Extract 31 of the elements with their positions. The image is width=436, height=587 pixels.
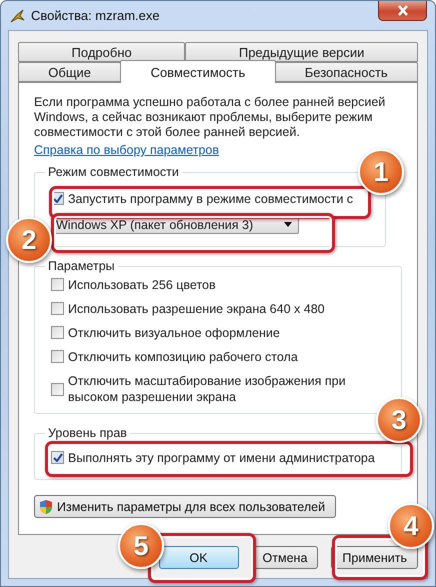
checkbox-label: Выполнять эту программу от имени администратора (68, 450, 375, 466)
checkbox[interactable] (51, 278, 64, 291)
checkbox[interactable] (51, 451, 64, 464)
app-icon (9, 8, 25, 24)
close-button[interactable] (378, 1, 427, 21)
checkbox[interactable] (51, 302, 64, 315)
checkbox[interactable] (51, 350, 64, 363)
checkbox-label: Запустить программу в режиме совместимости с (68, 191, 354, 207)
dialog-button[interactable]: Применить (331, 546, 418, 569)
help-link[interactable]: Справка по выбору параметров (34, 143, 219, 157)
tab[interactable]: Общие (18, 62, 122, 82)
checkbox-label: Отключить визуальное оформление (68, 325, 280, 341)
dropdown-caret-icon (284, 222, 292, 227)
group-title: Режим совместимости (47, 165, 180, 179)
dialog-button[interactable]: OK (158, 546, 239, 569)
window-title: Свойства: mzram.exe (31, 8, 160, 23)
checkbox[interactable] (51, 326, 64, 339)
checkbox-label: Отключить масштабирование изображения при высоком разрешении экрана (68, 373, 347, 405)
tab[interactable]: Подробно (18, 42, 186, 62)
change-settings-button[interactable]: Изменить параметры для всех пользователей (34, 495, 336, 518)
checkbox-label: Отключить композицию рабочего стола (68, 349, 298, 365)
group-title: Уровень прав (47, 426, 128, 440)
tab[interactable]: Безопасность (274, 62, 418, 82)
close-icon (396, 5, 408, 16)
checkbox-label: Использовать разрешение экрана 640 x 480 (68, 301, 325, 317)
shield-icon (38, 498, 54, 514)
description-text: Если программа успешно работала с более ранней версией Windows, а сейчас возникают проблемы, выберите режим совместимости с этой более ранней версией. (34, 95, 386, 140)
checkbox[interactable] (51, 383, 64, 396)
checkbox-label: Использовать 256 цветов (68, 277, 216, 293)
tab[interactable]: Предыдущие версии (185, 42, 418, 62)
tab[interactable]: Совместимость (120, 60, 276, 83)
